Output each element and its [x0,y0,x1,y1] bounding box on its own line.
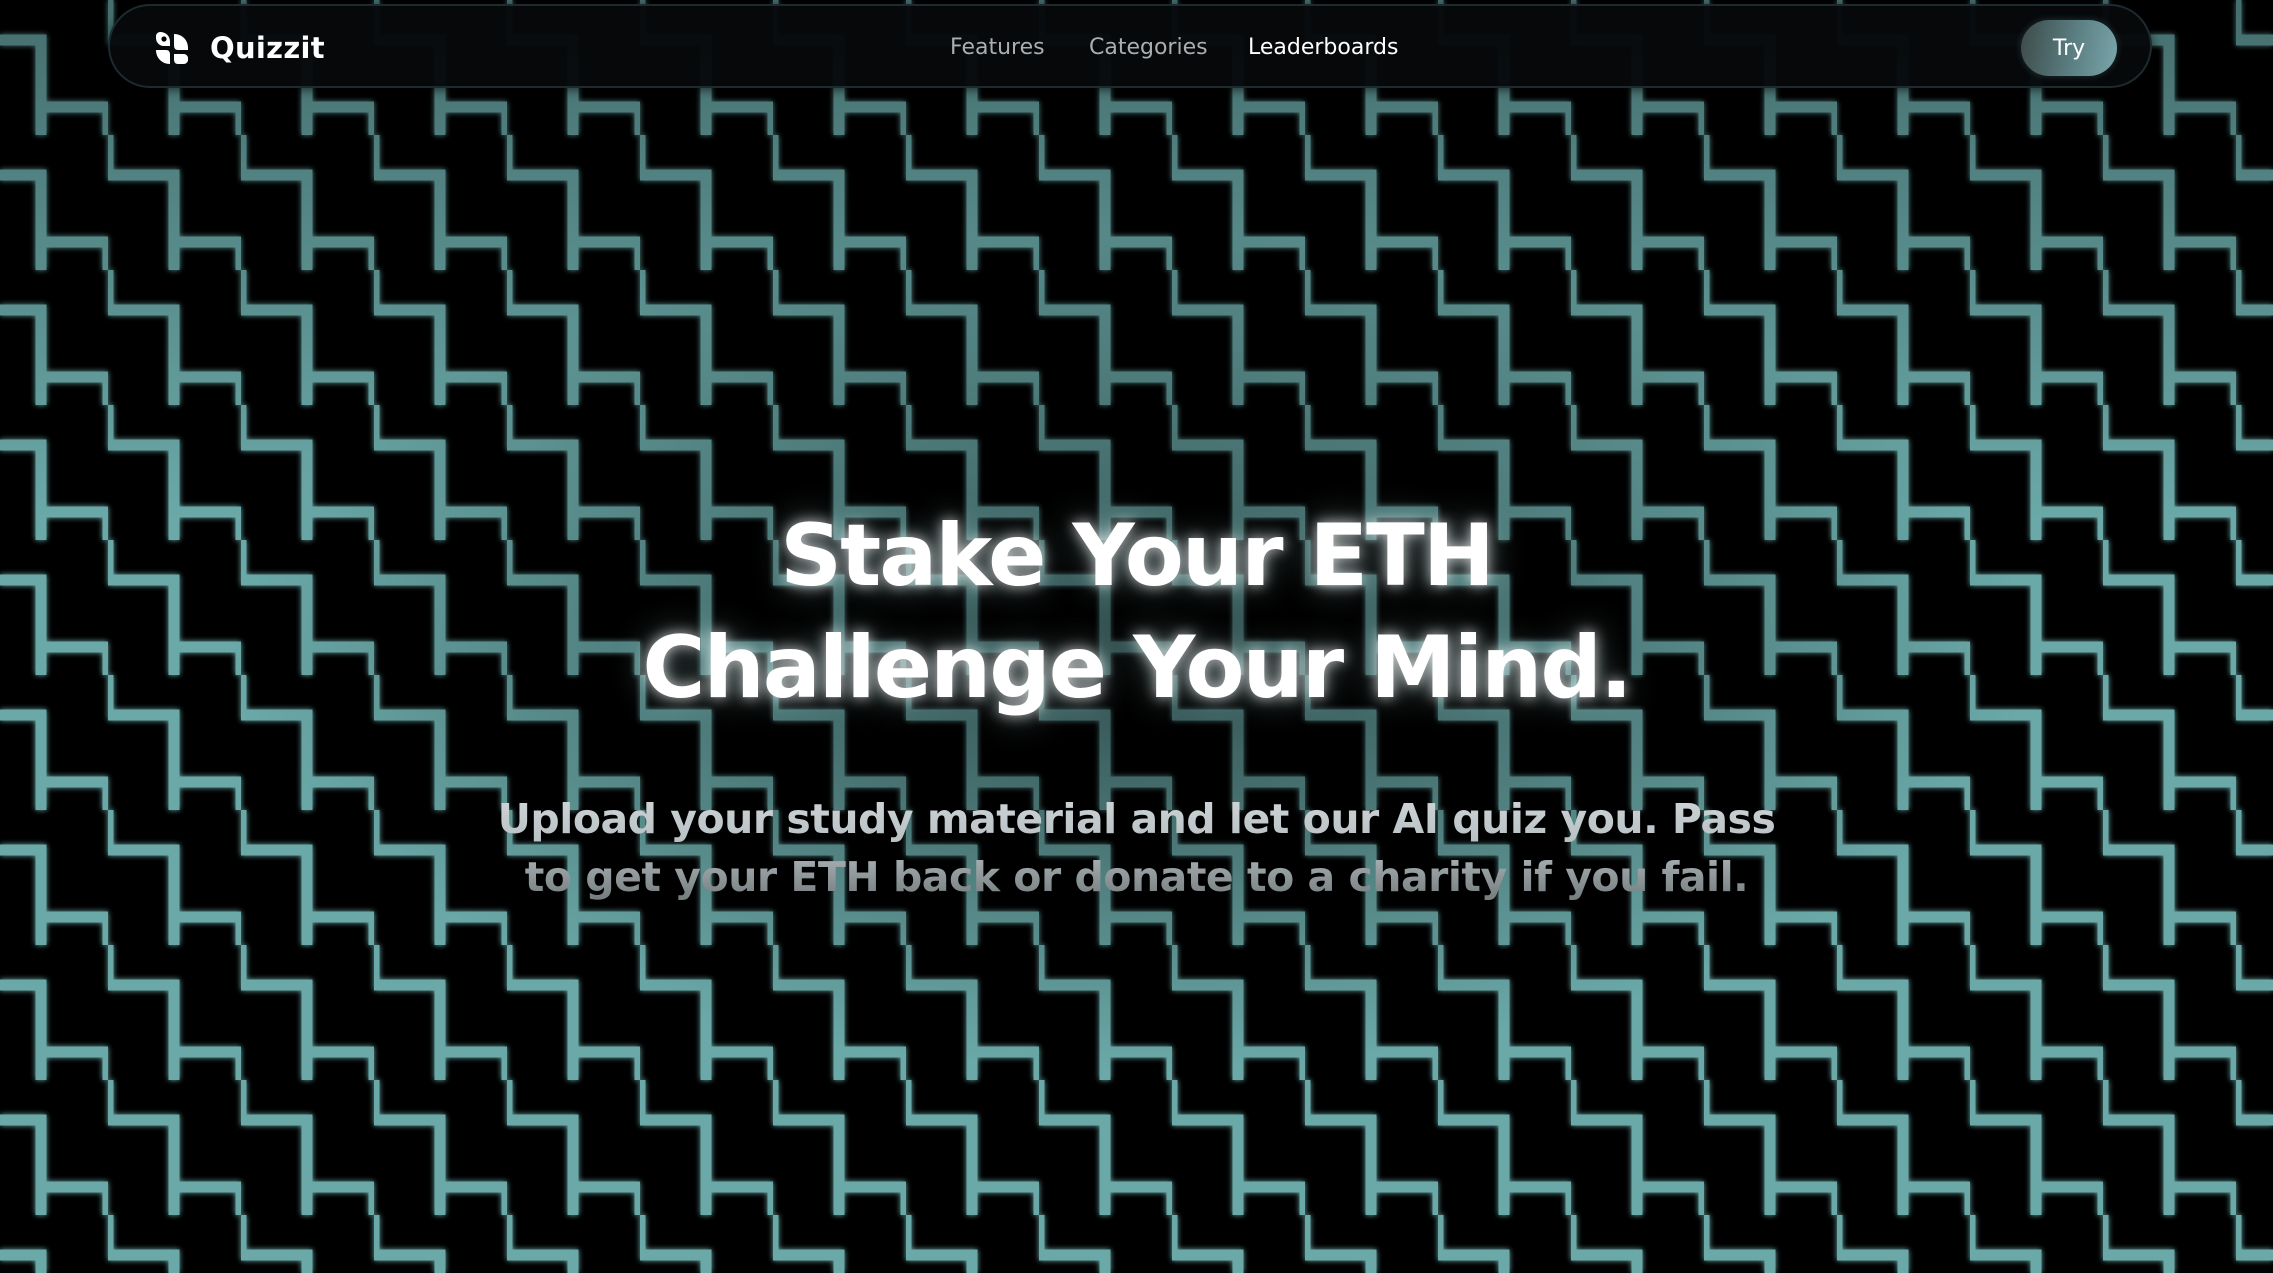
hero-title-line-2: Challenge Your Mind. [642,618,1632,718]
nav-link-leaderboards[interactable]: Leaderboards [1248,35,1398,60]
top-navbar: Quizzit Features Categories Leaderboards… [108,4,2152,88]
nav-link-categories[interactable]: Categories [1089,35,1208,60]
hero-title: Stake Your ETH Challenge Your Mind. [0,500,2273,724]
nav-link-features[interactable]: Features [950,35,1045,60]
landing-page: Quizzit Features Categories Leaderboards… [0,0,2273,1273]
try-button[interactable]: Try [2021,20,2117,76]
hero-section: Stake Your ETH Challenge Your Mind. Uplo… [0,500,2273,906]
main-nav: Features Categories Leaderboards [110,6,2150,90]
hero-subtitle: Upload your study material and let our A… [477,790,1797,906]
hero-title-line-1: Stake Your ETH [780,506,1495,606]
